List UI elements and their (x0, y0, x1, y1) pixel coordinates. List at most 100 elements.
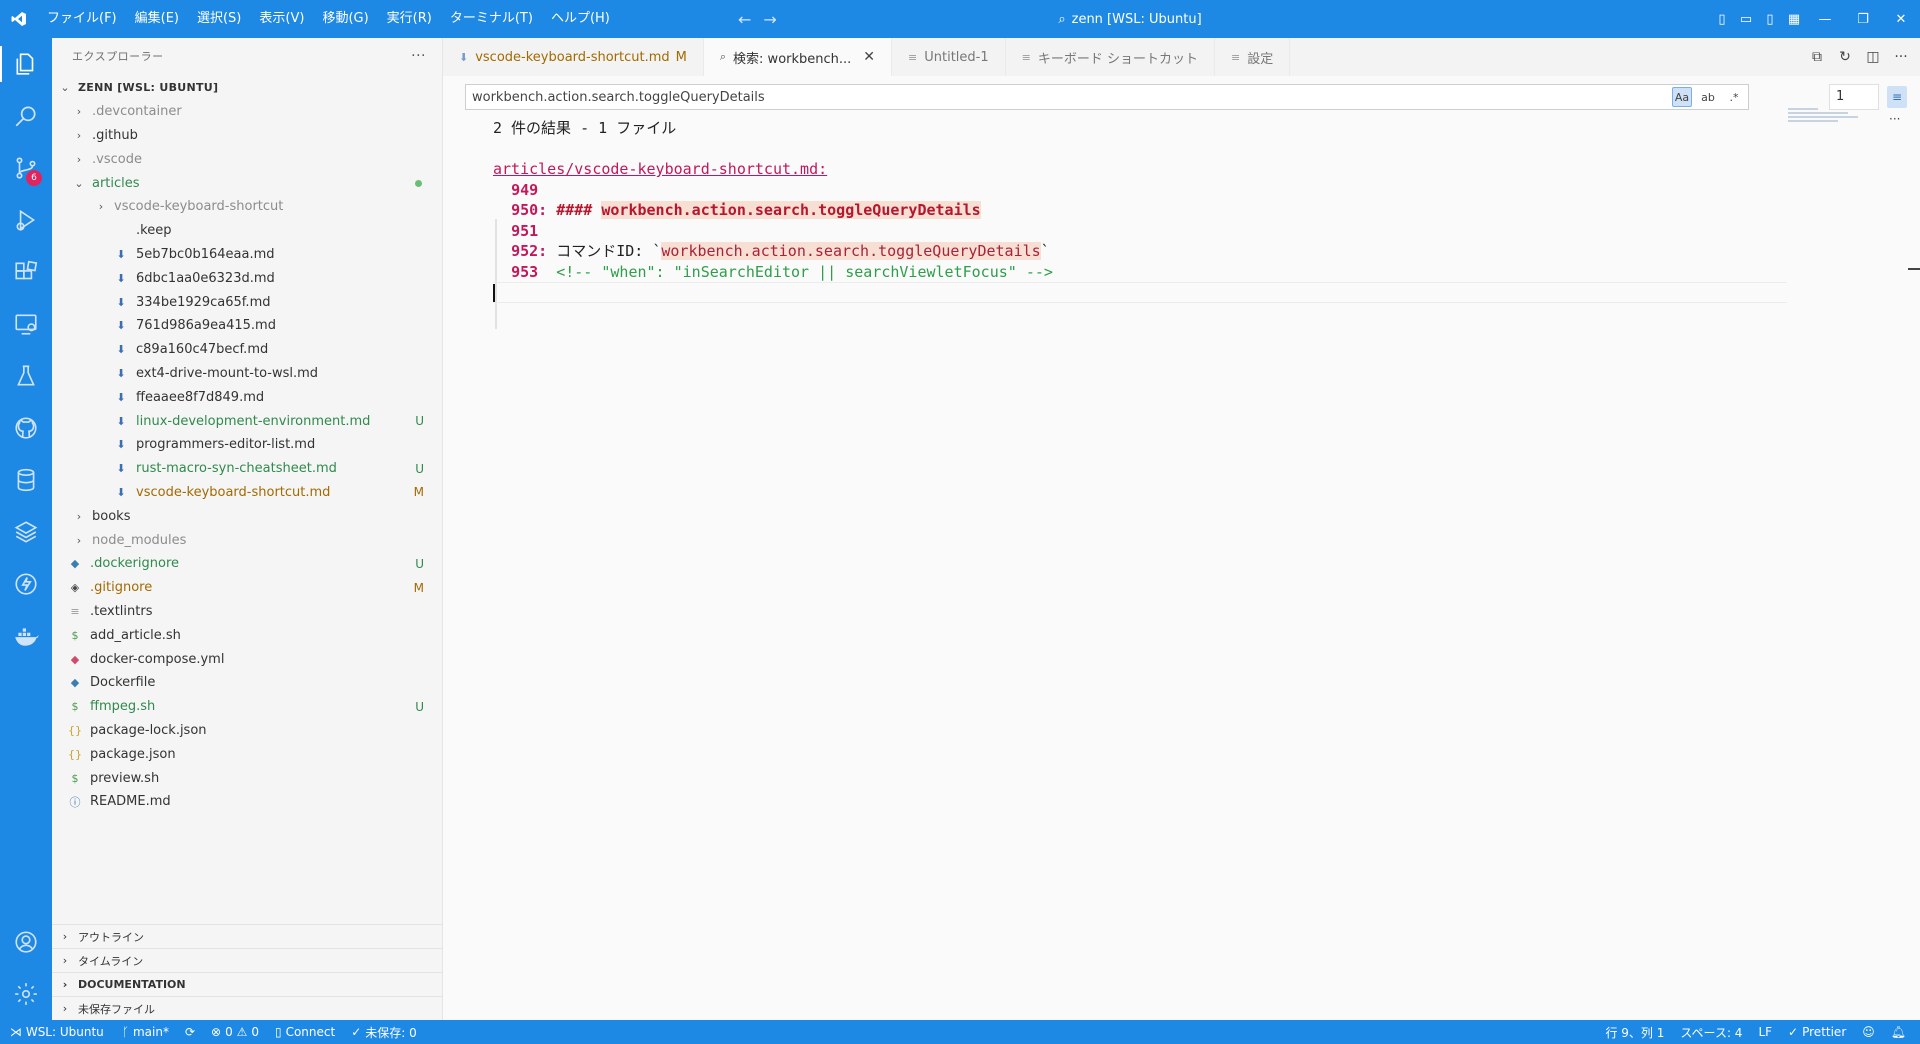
thunder-client-icon[interactable] (0, 558, 52, 610)
regex-toggle[interactable]: .* (1724, 87, 1744, 107)
result-line-951[interactable]: 951 (493, 221, 1733, 242)
docker-icon[interactable] (0, 610, 52, 662)
tree-file[interactable]: ⓘ README.md (52, 790, 442, 814)
toggle-search-details-icon[interactable]: ··· (1889, 112, 1900, 126)
tree-file[interactable]: ⬇ linux-development-environment.md U (52, 409, 442, 433)
accounts-icon[interactable] (0, 916, 52, 968)
tree-folder[interactable]: › .github (52, 124, 442, 148)
feedback-button[interactable]: ☺ (1854, 1025, 1883, 1039)
menu-file[interactable]: ファイル(F) (38, 0, 126, 38)
indentation[interactable]: スペース: 4 (1672, 1024, 1750, 1041)
section-documentation[interactable]: › DOCUMENTATION (52, 972, 442, 996)
tree-file[interactable]: ⬇ 6dbc1aa0e6323d.md (52, 266, 442, 290)
unsaved-indicator[interactable]: ✓ 未保存: 0 (343, 1024, 425, 1041)
tree-folder-articles[interactable]: ⌄ articles (52, 171, 442, 195)
tree-file[interactable]: ⬇ 334be1929ca65f.md (52, 290, 442, 314)
tree-file[interactable]: ◆ docker-compose.yml (52, 647, 442, 671)
menu-terminal[interactable]: ターミナル(T) (441, 0, 542, 38)
result-line-953[interactable]: 953 <!-- "when": "inSearchEditor || sear… (493, 262, 1733, 283)
menu-run[interactable]: 実行(R) (378, 0, 441, 38)
menu-view[interactable]: 表示(V) (250, 0, 313, 38)
tree-file[interactable]: ⬇ rust-macro-syn-cheatsheet.md U (52, 457, 442, 481)
tree-file[interactable]: ◈ .gitignore M (52, 576, 442, 600)
minimap[interactable] (1788, 108, 1860, 126)
extensions-icon[interactable] (0, 246, 52, 298)
explorer-icon[interactable] (0, 38, 52, 90)
minimize-button[interactable]: — (1806, 0, 1844, 38)
tree-file[interactable]: {} package-lock.json (52, 719, 442, 743)
section-timeline[interactable]: › タイムライン (52, 948, 442, 972)
layers-icon[interactable] (0, 506, 52, 558)
toggle-primary-sidebar-icon[interactable]: ▯ (1710, 0, 1734, 38)
open-in-editor-icon[interactable]: ⧉ (1806, 49, 1828, 65)
tree-file[interactable]: ⬇ ffeaaee8f7d849.md (52, 385, 442, 409)
tree-folder[interactable]: › .devcontainer (52, 100, 442, 124)
tab-keyboard-shortcuts[interactable]: ≡ キーボード ショートカット (1006, 38, 1215, 76)
tree-file[interactable]: $ add_article.sh (52, 623, 442, 647)
search-input[interactable]: workbench.action.search.toggleQueryDetai… (465, 84, 1749, 110)
section-outline[interactable]: › アウトライン (52, 924, 442, 948)
whole-word-toggle[interactable]: ab (1698, 87, 1718, 107)
settings-gear-icon[interactable] (0, 968, 52, 1020)
section-unsaved-files[interactable]: › 未保存ファイル (52, 996, 442, 1020)
rerun-search-icon[interactable]: ↻ (1834, 49, 1856, 65)
result-line-950[interactable]: 950: #### workbench.action.search.toggle… (493, 200, 1733, 221)
tree-file[interactable]: ⬇ programmers-editor-list.md (52, 433, 442, 457)
end-of-line[interactable]: LF (1750, 1025, 1780, 1039)
match-case-toggle[interactable]: Aa (1672, 87, 1692, 107)
tree-file[interactable]: $ ffmpeg.sh U (52, 695, 442, 719)
source-control-icon[interactable]: 6 (0, 142, 52, 194)
tree-file[interactable]: ⬇ vscode-keyboard-shortcut.md M (52, 481, 442, 505)
tree-file[interactable]: $ preview.sh (52, 766, 442, 790)
result-line-949[interactable]: 949 (493, 180, 1733, 201)
command-center[interactable]: ⌕ zenn [WSL: Ubuntu] (800, 7, 1460, 31)
close-window-button[interactable]: ✕ (1882, 0, 1920, 38)
testing-icon[interactable] (0, 350, 52, 402)
toggle-context-lines-icon[interactable]: ≡ (1887, 86, 1907, 108)
notifications-button[interactable]: 🔔︎ (1883, 1025, 1914, 1039)
menu-edit[interactable]: 編集(E) (126, 0, 188, 38)
git-branch[interactable]: ᚴ main* (114, 1025, 177, 1039)
menu-go[interactable]: 移動(G) (313, 0, 377, 38)
context-lines-input[interactable]: 1 (1829, 84, 1879, 110)
prettier-status[interactable]: ✓ Prettier (1780, 1025, 1854, 1039)
cursor-position[interactable]: 行 9、列 1 (1597, 1024, 1672, 1041)
remote-explorer-icon[interactable] (0, 298, 52, 350)
tree-folder[interactable]: › node_modules (52, 528, 442, 552)
sync-button[interactable]: ⟳ (177, 1025, 203, 1039)
tree-folder[interactable]: › vscode-keyboard-shortcut (52, 195, 442, 219)
connect-button[interactable]: ▯ Connect (267, 1025, 343, 1039)
forward-arrow-icon[interactable]: → (763, 10, 776, 29)
tab-untitled-1[interactable]: ≡ Untitled-1 (892, 38, 1006, 76)
restore-button[interactable]: ❐ (1844, 0, 1882, 38)
tree-file[interactable]: ◆ Dockerfile (52, 671, 442, 695)
tree-file[interactable]: .keep (52, 219, 442, 243)
run-debug-icon[interactable] (0, 194, 52, 246)
database-icon[interactable] (0, 454, 52, 506)
tree-file[interactable]: ⬇ ext4-drive-mount-to-wsl.md (52, 362, 442, 386)
tree-file[interactable]: ◆ .dockerignore U (52, 552, 442, 576)
search-view-icon[interactable] (0, 90, 52, 142)
tree-folder[interactable]: › books (52, 504, 442, 528)
tab-settings[interactable]: ≡ 設定 (1215, 38, 1291, 76)
tree-file[interactable]: ⬇ 5eb7bc0b164eaa.md (52, 243, 442, 267)
more-actions-icon[interactable]: ··· (1890, 49, 1912, 65)
split-editor-icon[interactable]: ◫ (1862, 49, 1884, 65)
menu-help[interactable]: ヘルプ(H) (542, 0, 619, 38)
tree-folder[interactable]: › .vscode (52, 147, 442, 171)
result-file-link[interactable]: articles/vscode-keyboard-shortcut.md: (493, 160, 827, 178)
toggle-panel-icon[interactable]: ▭ (1734, 0, 1758, 38)
menu-selection[interactable]: 選択(S) (188, 0, 250, 38)
close-tab-icon[interactable]: ✕ (863, 49, 875, 65)
tree-file[interactable]: ≡ .textlintrs (52, 600, 442, 624)
tree-file[interactable]: {} package.json (52, 742, 442, 766)
tab-vscode-keyboard-shortcut-md[interactable]: ⬇ vscode-keyboard-shortcut.md M (443, 38, 704, 76)
back-arrow-icon[interactable]: ← (738, 10, 751, 29)
remote-indicator[interactable]: ⋊ WSL: Ubuntu (0, 1020, 114, 1044)
current-line[interactable] (493, 282, 1787, 303)
tree-file[interactable]: ⬇ 761d986a9ea415.md (52, 314, 442, 338)
tree-file[interactable]: ⬇ c89a160c47becf.md (52, 338, 442, 362)
github-icon[interactable] (0, 402, 52, 454)
problems-indicator[interactable]: ⊗ 0 ⚠ 0 (203, 1025, 267, 1039)
tab-search-editor[interactable]: ⌕ 検索: workbench... ✕ (703, 38, 893, 76)
